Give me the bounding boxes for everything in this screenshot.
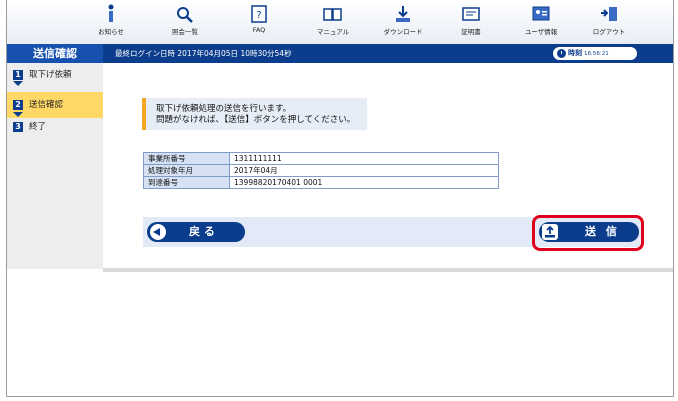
- sidebar-bottom: [7, 269, 103, 396]
- certificate-icon: [462, 7, 480, 21]
- divider: [103, 268, 673, 272]
- clock-time: 16:56:21: [584, 51, 609, 57]
- step-1: 1 取下げ依頼: [7, 66, 103, 86]
- clock-label: 時刻: [568, 49, 582, 57]
- back-arrow-icon: [150, 224, 166, 240]
- toolbar-label: ログアウト: [592, 28, 626, 36]
- detail-value: 13998820170401 0001: [229, 176, 499, 189]
- message-line-2: 問題がなければ、【送信】ボタンを押してください。: [156, 115, 356, 125]
- download-icon: [396, 6, 410, 22]
- detail-value: 2017年04月: [229, 164, 499, 177]
- clock-badge: 時刻 16:56:21: [553, 47, 637, 60]
- step-3: 3 終了: [7, 118, 103, 136]
- faq-icon: ?: [251, 5, 267, 23]
- toolbar-label: お知らせ: [98, 28, 124, 36]
- step-label: 送信確認: [29, 100, 64, 110]
- detail-key: 処理対象年月: [143, 164, 230, 177]
- back-button-label: 戻 る: [189, 225, 215, 238]
- table-row: 処理対象年月 2017年04月: [143, 164, 499, 177]
- top-toolbar: お知らせ 照会一覧 ? FAQ マニュアル ダウンロード 証明書 ユーザ情報 ロ: [7, 0, 673, 45]
- detail-key: 事業所番号: [143, 152, 230, 165]
- step-label: 終了: [29, 122, 47, 132]
- title-bar: 送信確認 最終ログイン日時 2017年04月05日 10時30分54秒 時刻 16…: [7, 44, 673, 63]
- logout-icon: [601, 7, 617, 21]
- toolbar-label: FAQ: [252, 26, 266, 34]
- search-icon: [177, 7, 193, 23]
- toolbar-inquiry-list[interactable]: 照会一覧: [161, 3, 209, 36]
- toolbar-label: 照会一覧: [172, 28, 198, 36]
- table-row: 到達番号 13998820170401 0001: [143, 176, 499, 189]
- toolbar-download[interactable]: ダウンロード: [379, 3, 427, 36]
- step-arrow-icon: [13, 112, 23, 117]
- toolbar-label: ダウンロード: [383, 28, 423, 36]
- svg-text:?: ?: [256, 10, 261, 21]
- toolbar-user-info[interactable]: ユーザ情報: [517, 3, 565, 36]
- info-icon: [108, 4, 114, 22]
- toolbar-label: マニュアル: [316, 28, 350, 36]
- step-arrow-icon: [13, 81, 23, 86]
- back-button[interactable]: 戻 る: [147, 222, 245, 242]
- detail-key: 到達番号: [143, 176, 230, 189]
- info-message-box: 取下げ依頼処理の送信を行います。 問題がなければ、【送信】ボタンを押してください…: [142, 98, 367, 130]
- step-label: 取下げ依頼: [29, 70, 72, 80]
- toolbar-certificate[interactable]: 証明書: [447, 3, 495, 36]
- app-frame: お知らせ 照会一覧 ? FAQ マニュアル ダウンロード 証明書 ユーザ情報 ロ: [6, 0, 674, 397]
- toolbar-info[interactable]: お知らせ: [87, 3, 135, 36]
- page-title: 送信確認: [7, 44, 103, 63]
- manual-icon: [323, 8, 342, 21]
- table-row: 事業所番号 1311111111: [143, 152, 499, 165]
- step-sidebar: 1 取下げ依頼 2 送信確認 3 終了: [7, 63, 103, 269]
- clock-icon: [557, 49, 566, 58]
- toolbar-label: 証明書: [461, 28, 481, 36]
- toolbar-label: ユーザ情報: [524, 28, 558, 36]
- detail-value: 1311111111: [229, 152, 499, 165]
- toolbar-manual[interactable]: マニュアル: [309, 3, 357, 36]
- step-number: 2: [13, 100, 23, 110]
- detail-table: 事業所番号 1311111111 処理対象年月 2017年04月 到達番号 13…: [143, 152, 499, 189]
- toolbar-faq[interactable]: ? FAQ: [235, 3, 283, 34]
- step-2-active: 2 送信確認: [7, 92, 103, 118]
- user-info-icon: [532, 6, 550, 21]
- send-button-highlight: [532, 215, 644, 251]
- step-number: 1: [13, 70, 23, 80]
- last-login-text: 最終ログイン日時 2017年04月05日 10時30分54秒: [115, 49, 292, 58]
- toolbar-logout[interactable]: ログアウト: [585, 3, 633, 36]
- step-number: 3: [13, 122, 23, 132]
